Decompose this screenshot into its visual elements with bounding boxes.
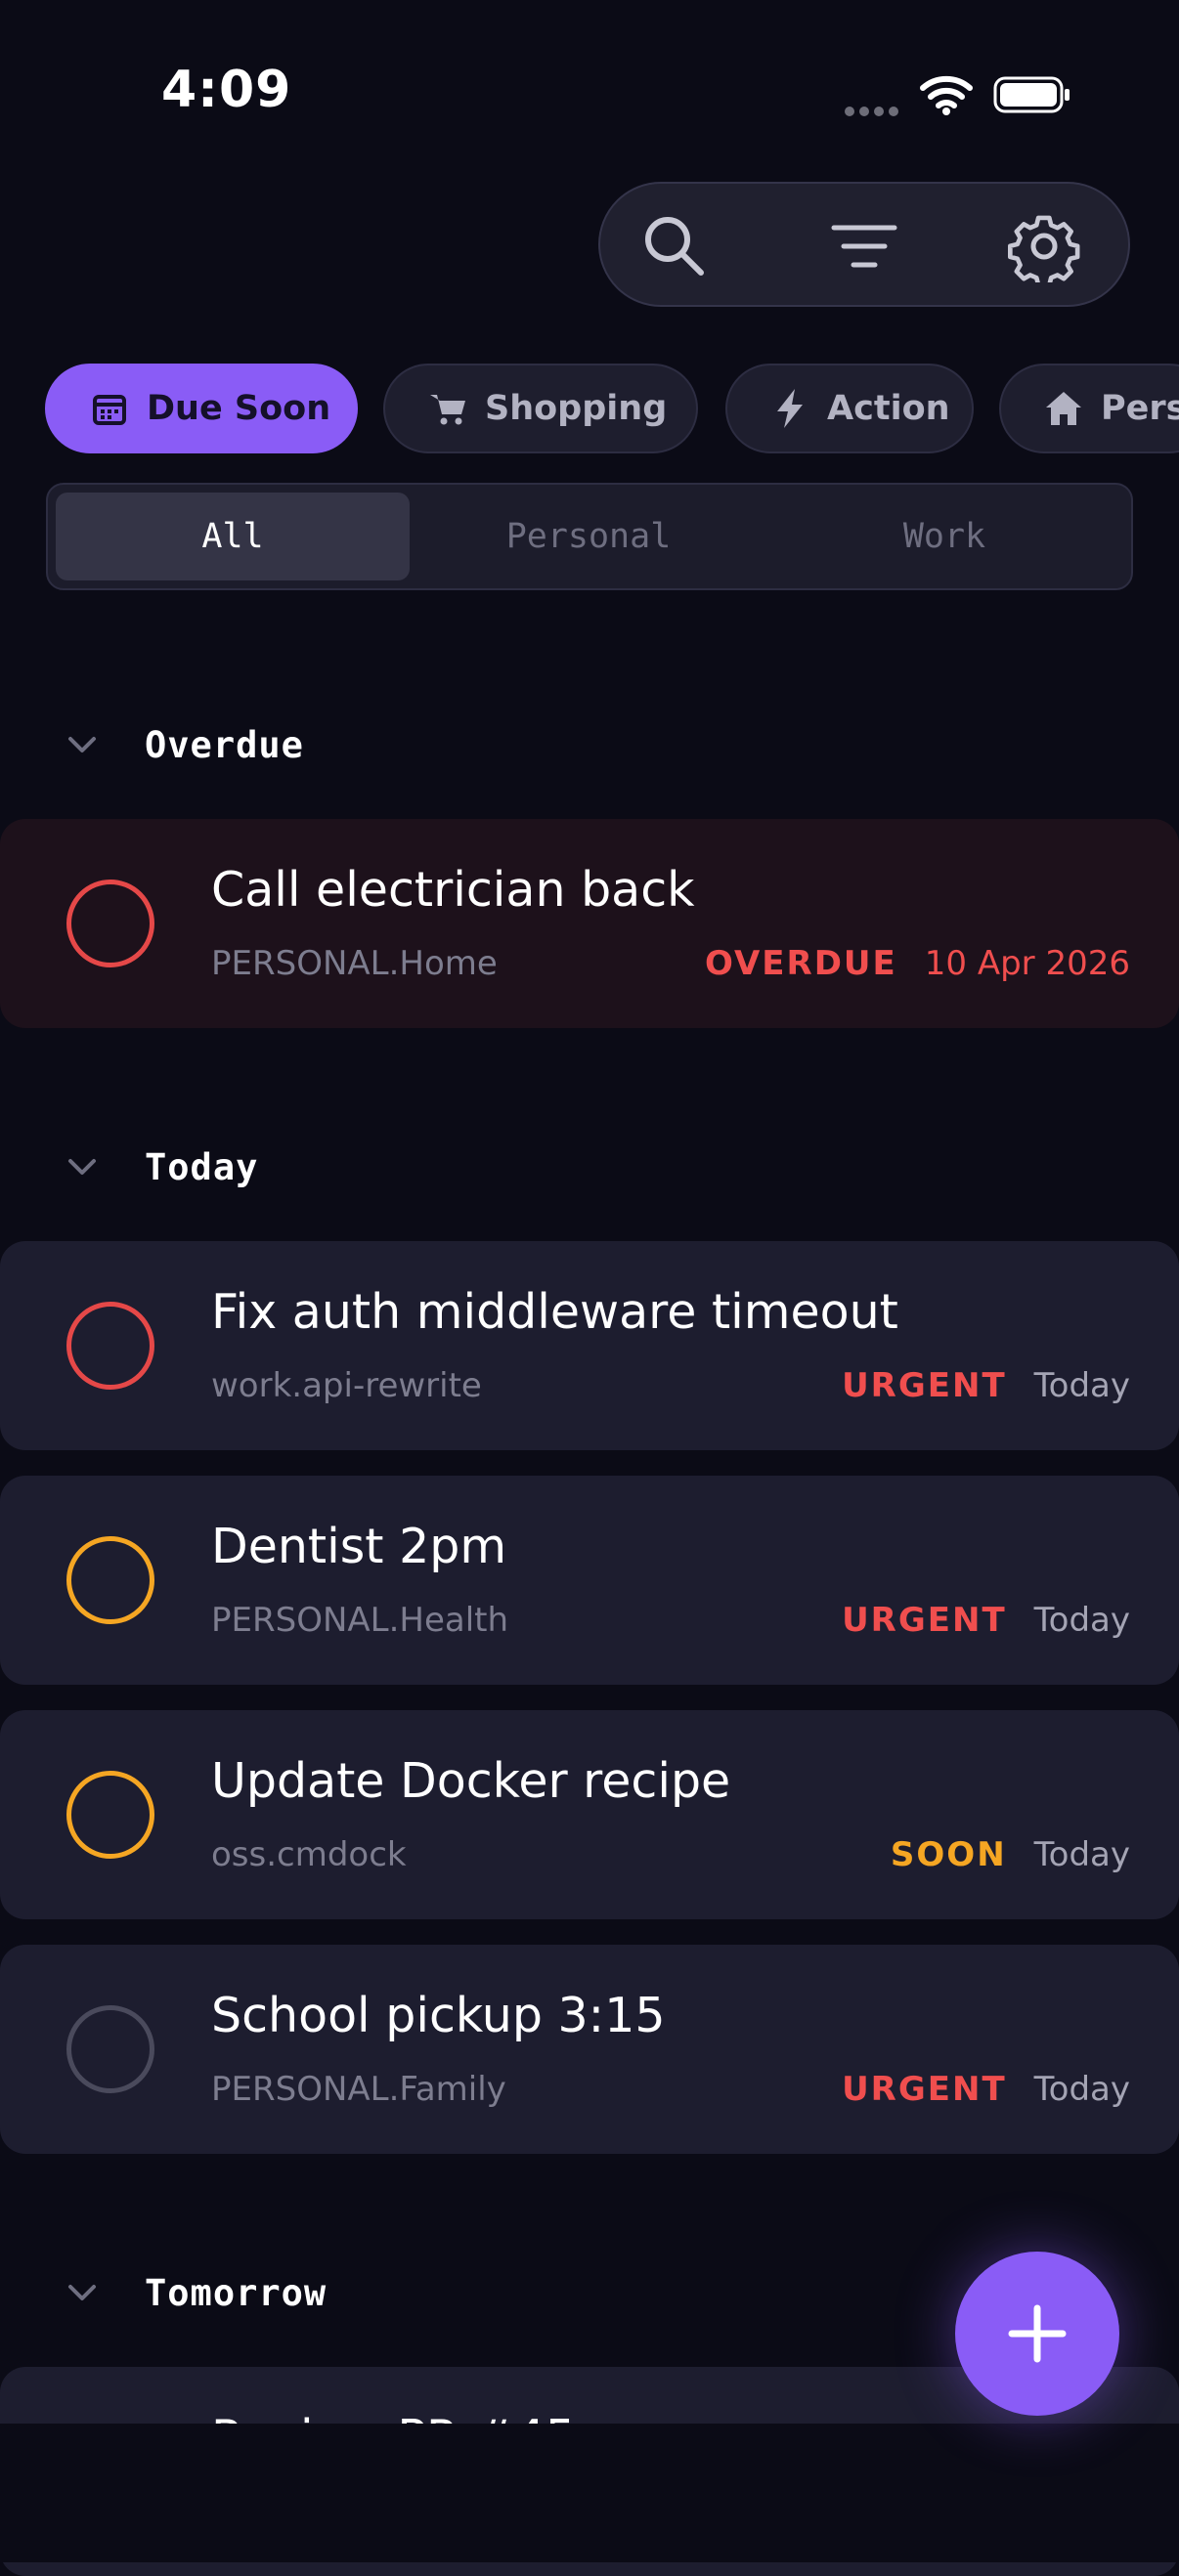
status-badge: URGENT: [842, 1601, 1007, 1640]
bolt-icon: [770, 389, 809, 428]
section-header-today[interactable]: Today: [63, 1138, 258, 1196]
chip-shopping[interactable]: Shopping: [383, 364, 698, 453]
chip-label: Action: [827, 389, 950, 428]
home-icon: [1044, 389, 1083, 428]
cart-icon: [428, 389, 467, 428]
filter-icon: [831, 225, 897, 268]
chevron-down-icon: [63, 725, 102, 764]
chip-personal[interactable]: Pers: [999, 364, 1179, 453]
due-date: Today: [1033, 1835, 1130, 1874]
task-title: School pickup 3:15: [211, 1988, 666, 2043]
section-title: Tomorrow: [145, 2271, 328, 2314]
chip-due-soon[interactable]: Due Soon: [45, 364, 358, 453]
filter-button[interactable]: [825, 207, 903, 285]
search-button[interactable]: [635, 207, 714, 285]
task-row[interactable]: Update Docker recipe oss.cmdock SOON Tod…: [0, 1710, 1179, 1919]
bottom-area: [0, 2424, 1179, 2562]
task-title: Call electrician back: [211, 862, 695, 918]
battery-icon: [993, 76, 1070, 113]
due-date: Today: [1033, 2070, 1130, 2109]
chevron-down-icon: [63, 2273, 102, 2312]
toolbar: [598, 182, 1130, 307]
wifi-icon: [920, 75, 973, 115]
task-title: Fix auth middleware timeout: [211, 1284, 898, 1340]
chevron-down-icon: [63, 1147, 102, 1186]
status-time: 4:09: [161, 61, 292, 119]
gear-icon: [1008, 215, 1080, 282]
task-row[interactable]: Fix auth middleware timeout work.api-rew…: [0, 1241, 1179, 1450]
chip-label: Pers: [1101, 389, 1179, 428]
section-header-overdue[interactable]: Overdue: [63, 715, 304, 774]
segment-work[interactable]: Work: [767, 493, 1121, 580]
settings-button[interactable]: [1005, 207, 1083, 285]
cellular-icon: [845, 102, 903, 120]
section-header-tomorrow[interactable]: Tomorrow: [63, 2263, 327, 2322]
section-title: Today: [145, 1145, 259, 1188]
status-badge: OVERDUE: [704, 944, 897, 983]
task-project: oss.cmdock: [211, 1835, 407, 1874]
task-project: PERSONAL.Family: [211, 2070, 506, 2109]
task-checkbox[interactable]: [66, 1302, 154, 1390]
status-badge: URGENT: [842, 2070, 1007, 2109]
chip-action[interactable]: Action: [725, 364, 974, 453]
segment-personal[interactable]: Personal: [412, 493, 765, 580]
task-row[interactable]: Dentist 2pm PERSONAL.Health URGENT Today: [0, 1476, 1179, 1685]
status-badge: URGENT: [842, 1366, 1007, 1405]
task-row[interactable]: School pickup 3:15 PERSONAL.Family URGEN…: [0, 1945, 1179, 2154]
task-title: Dentist 2pm: [211, 1519, 507, 1574]
task-checkbox[interactable]: [66, 880, 154, 967]
task-checkbox[interactable]: [66, 2005, 154, 2093]
section-title: Overdue: [145, 723, 304, 766]
task-project: PERSONAL.Home: [211, 944, 498, 983]
chip-label: Shopping: [485, 389, 668, 428]
due-date: Today: [1033, 1366, 1130, 1405]
due-date: Today: [1033, 1601, 1130, 1640]
task-project: PERSONAL.Health: [211, 1601, 509, 1640]
chip-label: Due Soon: [147, 389, 331, 428]
segmented-filter: All Personal Work: [46, 483, 1133, 590]
add-task-button[interactable]: [955, 2252, 1119, 2416]
due-date: 10 Apr 2026: [924, 944, 1130, 983]
task-project: work.api-rewrite: [211, 1366, 482, 1405]
task-checkbox[interactable]: [66, 1536, 154, 1624]
task-row[interactable]: Call electrician back PERSONAL.Home OVER…: [0, 819, 1179, 1028]
status-badge: SOON: [890, 1835, 1007, 1874]
task-title: Update Docker recipe: [211, 1753, 731, 1809]
search-icon: [645, 217, 704, 276]
segment-all[interactable]: All: [56, 493, 410, 580]
calendar-icon: [90, 389, 129, 428]
task-checkbox[interactable]: [66, 1771, 154, 1859]
plus-icon: [1008, 2304, 1067, 2363]
